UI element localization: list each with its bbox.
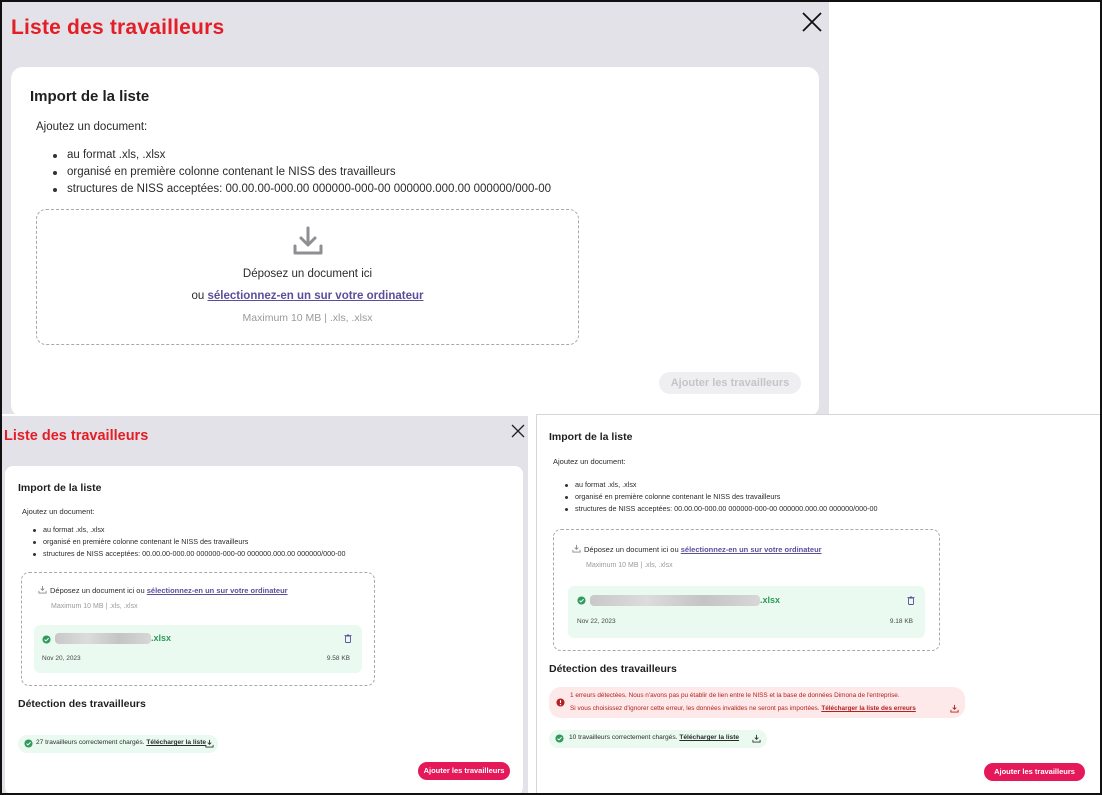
download-errors-link[interactable]: Télécharger la liste des erreurs: [821, 705, 916, 712]
requirement-niss: structures de NISS acceptées: 00.00.00-0…: [33, 548, 346, 560]
requirement-column: organisé en première colonne contenant l…: [565, 491, 878, 503]
error-banner: 1 erreurs détectées. Nous n'avons pas pu…: [549, 687, 965, 718]
success-count-text: 10 travailleurs correctement chargés.: [569, 734, 678, 741]
check-circle-icon: [42, 635, 51, 644]
error-line-2: Si vous choisissez d'ignorer cette erreu…: [570, 705, 916, 712]
select-file-link[interactable]: sélectionnez-en un sur votre ordinateur: [208, 290, 424, 302]
download-list-link[interactable]: Télécharger la liste: [146, 739, 206, 746]
requirement-niss: structures de NISS acceptées: 00.00.00-0…: [53, 181, 551, 198]
drop-or-line: ou sélectionnez-en un sur votre ordinate…: [37, 290, 578, 302]
file-size: 9.18 KB: [889, 618, 913, 625]
detection-heading: Détection des travailleurs: [18, 698, 146, 710]
drop-text: Déposez un document ici: [242, 268, 373, 280]
file-extension: .xlsx: [151, 633, 172, 643]
detection-heading: Détection des travailleurs: [549, 663, 677, 675]
close-icon[interactable]: [800, 10, 824, 34]
check-circle-icon: [555, 734, 564, 743]
import-modal-small: Liste des travailleurs Import de la list…: [2, 416, 528, 795]
download-list-link[interactable]: Télécharger la liste: [679, 734, 739, 741]
max-size-text: Maximum 10 MB | .xls, .xlsx: [586, 562, 673, 569]
download-icon[interactable]: [950, 704, 959, 713]
add-workers-button[interactable]: Ajouter les travailleurs: [984, 763, 1085, 781]
requirement-format: au format .xls, .xlsx: [565, 479, 878, 491]
import-heading: Import de la liste: [549, 431, 633, 443]
add-workers-button-disabled[interactable]: Ajouter les travailleurs: [659, 372, 801, 394]
or-text: ou: [191, 290, 205, 302]
modal-title: Liste des travailleurs: [11, 16, 225, 39]
success-banner: 10 travailleurs correctement chargés. Té…: [549, 730, 767, 748]
file-dropzone[interactable]: Déposez un document ici ou sélectionnez-…: [553, 529, 940, 651]
drop-text: Déposez un document ici ou: [50, 586, 145, 595]
file-extension: .xlsx: [760, 595, 781, 605]
file-size: 9.58 KB: [326, 655, 350, 662]
error-ignore-text: Si vous choisissez d'ignorer cette erreu…: [570, 705, 820, 712]
uploaded-file-card: .xlsx Nov 20, 2023 9.58 KB: [34, 625, 362, 673]
error-circle-icon: [556, 698, 565, 707]
download-icon[interactable]: [752, 734, 761, 743]
success-text: 10 travailleurs correctement chargés. Té…: [569, 734, 739, 741]
import-card: Import de la liste Ajoutez un document: …: [5, 466, 523, 795]
drop-text: Déposez un document ici ou: [584, 545, 679, 554]
file-dropzone[interactable]: Déposez un document ici ou sélectionnez-…: [21, 572, 375, 686]
requirement-format: au format .xls, .xlsx: [53, 147, 551, 164]
file-date: Nov 22, 2023: [577, 618, 616, 625]
success-count-text: 27 travailleurs correctement chargés.: [36, 739, 145, 746]
file-dropzone[interactable]: Déposez un document ici ou sélectionnez-…: [36, 209, 579, 345]
requirement-format: au format .xls, .xlsx: [33, 524, 346, 536]
intro-text: Ajoutez un document:: [553, 457, 626, 466]
requirement-column: organisé en première colonne contenant l…: [33, 536, 346, 548]
max-size-text: Maximum 10 MB | .xls, .xlsx: [242, 312, 373, 324]
success-text: 27 travailleurs correctement chargés. Té…: [36, 739, 206, 746]
check-circle-icon: [577, 596, 586, 605]
requirements-list: au format .xls, .xlsx organisé en premiè…: [33, 524, 346, 560]
download-icon: [572, 544, 581, 553]
requirement-column: organisé en première colonne contenant l…: [53, 164, 551, 181]
download-icon: [38, 585, 47, 594]
requirement-niss: structures de NISS acceptées: 00.00.00-0…: [565, 503, 878, 515]
drop-line: Déposez un document ici ou sélectionnez-…: [38, 585, 288, 595]
download-icon: [293, 226, 323, 255]
trash-icon[interactable]: [344, 634, 352, 643]
error-line-1: 1 erreurs détectées. Nous n'avons pas pu…: [570, 692, 900, 699]
import-card-with-errors: Import de la liste Ajoutez un document: …: [536, 414, 1100, 793]
requirements-list: au format .xls, .xlsx organisé en premiè…: [565, 479, 878, 515]
import-heading: Import de la liste: [18, 482, 102, 494]
file-name-redacted: [55, 633, 151, 644]
import-heading: Import de la liste: [30, 88, 150, 105]
max-size-text: Maximum 10 MB | .xls, .xlsx: [51, 603, 138, 610]
add-workers-button[interactable]: Ajouter les travailleurs: [418, 762, 510, 780]
file-name-redacted: [590, 595, 760, 606]
intro-text: Ajoutez un document:: [22, 507, 95, 516]
check-circle-icon: [24, 739, 33, 748]
close-icon[interactable]: [510, 423, 526, 439]
select-file-link[interactable]: sélectionnez-en un sur votre ordinateur: [681, 545, 822, 554]
import-card: Import de la liste Ajoutez un document: …: [11, 67, 819, 417]
trash-icon[interactable]: [907, 596, 915, 605]
drop-line: Déposez un document ici ou sélectionnez-…: [572, 544, 822, 554]
uploaded-file-card: .xlsx Nov 22, 2023 9.18 KB: [568, 586, 925, 638]
success-banner: 27 travailleurs correctement chargés. Té…: [18, 735, 218, 753]
file-date: Nov 20, 2023: [42, 655, 81, 662]
modal-title: Liste des travailleurs: [4, 428, 149, 444]
intro-text: Ajoutez un document:: [36, 121, 148, 133]
download-icon[interactable]: [205, 739, 214, 748]
select-file-link[interactable]: sélectionnez-en un sur votre ordinateur: [147, 586, 288, 595]
import-modal-large: Liste des travailleurs Import de la list…: [2, 2, 829, 417]
requirements-list: au format .xls, .xlsx organisé en premiè…: [53, 147, 551, 198]
